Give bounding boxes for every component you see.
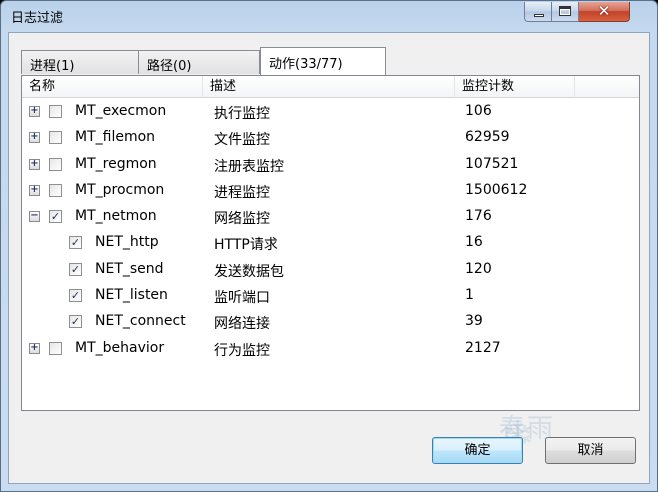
tree-row[interactable]: + MT_procmon 进程监控 1500612: [22, 178, 639, 204]
row-description: 行为监控: [214, 342, 270, 359]
maximize-button[interactable]: [552, 2, 579, 22]
close-icon: ✕: [597, 2, 611, 20]
row-description: 网络连接: [214, 316, 270, 333]
row-count: 176: [465, 208, 492, 225]
row-description: 注册表监控: [214, 158, 284, 175]
window-title: 日志过滤: [11, 11, 64, 26]
minimize-icon: [534, 14, 544, 17]
row-name: NET_listen: [95, 287, 168, 304]
row-name: MT_netmon: [75, 208, 157, 225]
maximize-icon: [559, 6, 571, 16]
row-count: 16: [465, 234, 483, 251]
checkbox[interactable]: ✓: [69, 236, 82, 250]
checkbox[interactable]: [49, 157, 62, 171]
row-name: NET_send: [95, 260, 164, 277]
close-button[interactable]: ✕: [579, 2, 630, 22]
row-count: 39: [465, 313, 483, 330]
row-name: MT_execmon: [75, 103, 167, 119]
row-description: 执行监控: [214, 106, 270, 122]
checkbox[interactable]: [49, 131, 62, 145]
row-count: 107521: [465, 155, 519, 172]
checkbox[interactable]: ✓: [69, 262, 82, 276]
expand-icon[interactable]: +: [29, 342, 40, 354]
row-description: HTTP请求: [214, 237, 278, 254]
column-header-empty: [575, 76, 639, 98]
row-name: MT_procmon: [75, 181, 165, 198]
tree-rows: + MT_execmon 执行监控 106 + MT_filemon 文件监控 …: [22, 99, 639, 362]
tree-row[interactable]: − ✓ MT_netmon 网络监控 176: [22, 204, 639, 230]
row-description: 文件监控: [214, 132, 270, 149]
column-header-name[interactable]: 名称: [22, 76, 203, 98]
row-name: MT_behavior: [75, 339, 165, 356]
row-count: 106: [465, 103, 492, 119]
minimize-button[interactable]: [524, 2, 552, 22]
tree-row[interactable]: ✓ NET_send 发送数据包 120: [22, 257, 639, 283]
column-header-count[interactable]: 监控计数: [455, 76, 575, 98]
tab-path[interactable]: 路径(0): [139, 50, 260, 74]
expand-icon[interactable]: +: [29, 158, 40, 170]
column-header-row: 名称 描述 监控计数: [22, 76, 639, 98]
ok-button[interactable]: 确定: [432, 437, 523, 464]
tree-row[interactable]: ✓ NET_http HTTP请求 16: [22, 230, 639, 256]
cancel-button[interactable]: 取消: [545, 437, 636, 464]
expand-icon[interactable]: +: [29, 132, 40, 144]
row-description: 监听端口: [214, 290, 270, 307]
tree-row[interactable]: + MT_execmon 执行监控 106: [22, 99, 639, 125]
tree-row[interactable]: ✓ NET_listen 监听端口 1: [22, 283, 639, 309]
expand-icon[interactable]: +: [29, 106, 40, 117]
title-bar[interactable]: 日志过滤 ✕: [1, 1, 657, 33]
collapse-icon[interactable]: −: [29, 211, 40, 223]
tree-row[interactable]: ✓ NET_connect 网络连接 39: [22, 309, 639, 335]
row-count: 1500612: [465, 181, 528, 198]
tree-row[interactable]: + MT_behavior 行为监控 2127: [22, 336, 639, 362]
checkbox[interactable]: ✓: [49, 210, 62, 224]
log-filter-dialog: 日志过滤 ✕ 进程(1) 路径(0) 动作(33/77) 名称 描述 监控计数 …: [0, 0, 658, 492]
tab-action[interactable]: 动作(33/77): [260, 47, 386, 75]
dialog-client-area: 进程(1) 路径(0) 动作(33/77) 名称 描述 监控计数 + MT_ex…: [8, 32, 650, 484]
tab-strip: 进程(1) 路径(0) 动作(33/77): [21, 47, 641, 76]
row-name: MT_filemon: [75, 129, 156, 146]
row-description: 进程监控: [214, 184, 270, 201]
checkbox[interactable]: [49, 105, 62, 118]
checkbox[interactable]: ✓: [69, 315, 82, 329]
row-count: 1: [465, 287, 474, 304]
row-description: 网络监控: [214, 211, 270, 228]
checkbox[interactable]: [49, 341, 62, 355]
action-tree-list[interactable]: 名称 描述 监控计数 + MT_execmon 执行监控 106 + MT_fi…: [21, 75, 640, 411]
row-count: 2127: [465, 339, 501, 356]
row-name: NET_connect: [95, 313, 186, 330]
row-description: 发送数据包: [214, 263, 284, 280]
row-count: 120: [465, 260, 492, 277]
column-header-description[interactable]: 描述: [203, 76, 455, 98]
checkbox[interactable]: [49, 183, 62, 197]
expand-icon[interactable]: +: [29, 184, 40, 196]
tree-row[interactable]: + MT_regmon 注册表监控 107521: [22, 152, 639, 178]
checkbox[interactable]: ✓: [69, 289, 82, 303]
row-count: 62959: [465, 129, 510, 146]
row-name: NET_http: [95, 234, 159, 251]
tab-process[interactable]: 进程(1): [21, 50, 139, 74]
tree-row[interactable]: + MT_filemon 文件监控 62959: [22, 125, 639, 151]
row-name: MT_regmon: [75, 155, 157, 172]
